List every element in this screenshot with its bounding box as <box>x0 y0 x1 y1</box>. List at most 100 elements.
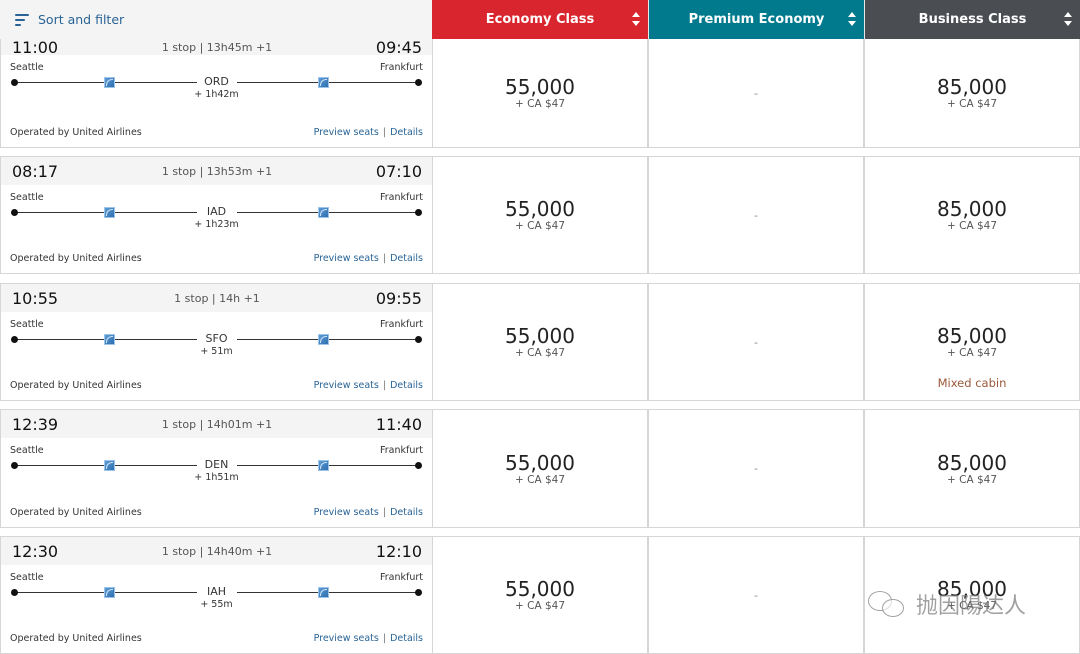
details-link[interactable]: Details <box>390 127 423 138</box>
fare-business[interactable]: 85,000 + CA $47 <box>864 156 1080 274</box>
origin-dot <box>11 462 18 469</box>
fare-miles: 85,000 <box>937 197 1007 221</box>
operated-by: Operated by United Airlines <box>10 127 142 138</box>
column-header-label: Premium Economy <box>688 12 825 27</box>
details-link[interactable]: Details <box>390 633 423 644</box>
flight-times: 08:17 1 stop | 13h53m +1 07:10 <box>1 157 432 185</box>
layover-duration: + 51m <box>200 346 233 357</box>
united-logo-icon <box>318 587 329 598</box>
flight-summary: 1 stop | 13h45m +1 <box>161 40 273 54</box>
route-diagram: ORD <box>11 75 422 89</box>
origin-dot <box>11 79 18 86</box>
preview-seats-link[interactable]: Preview seats <box>314 127 379 138</box>
fare-premium-economy: - <box>648 536 864 654</box>
destination-city: Frankfurt <box>379 445 423 456</box>
operated-by: Operated by United Airlines <box>10 507 142 518</box>
flight-row: 08:17 1 stop | 13h53m +1 07:10 Seattle F… <box>0 156 1080 274</box>
route-cities: Seattle Frankfurt <box>1 312 432 330</box>
destination-dot <box>415 462 422 469</box>
details-link[interactable]: Details <box>390 380 423 391</box>
flight-row: 11:00 1 stop | 13h45m +1 09:45 Seattle F… <box>0 38 1080 148</box>
destination-dot <box>415 79 422 86</box>
flight-footer: Operated by United Airlines Preview seat… <box>1 633 432 644</box>
arrival-time: 09:55 <box>375 288 422 308</box>
route-diagram: IAD <box>11 205 422 219</box>
fare-economy[interactable]: 55,000 + CA $47 <box>432 39 648 148</box>
fare-unavailable: - <box>754 86 758 100</box>
fare-economy[interactable]: 55,000 + CA $47 <box>432 283 648 401</box>
link-separator: | <box>382 253 387 264</box>
filter-lines-icon <box>15 13 29 26</box>
flight-links: Preview seats | Details <box>314 633 423 644</box>
sort-and-filter-button[interactable]: Sort and filter <box>0 0 432 39</box>
sort-arrows-icon[interactable] <box>632 12 640 26</box>
sort-and-filter-label: Sort and filter <box>38 12 125 27</box>
flight-links: Preview seats | Details <box>314 127 423 138</box>
preview-seats-link[interactable]: Preview seats <box>314 633 379 644</box>
link-separator: | <box>382 127 387 138</box>
flight-footer: Operated by United Airlines Preview seat… <box>1 127 432 138</box>
origin-dot <box>11 589 18 596</box>
united-logo-icon <box>104 587 115 598</box>
destination-city: Frankfurt <box>379 62 423 73</box>
details-link[interactable]: Details <box>390 507 423 518</box>
preview-seats-link[interactable]: Preview seats <box>314 507 379 518</box>
flight-summary: 1 stop | 14h01m +1 <box>161 417 273 431</box>
route-diagram: SFO <box>11 332 422 346</box>
flight-row: 12:39 1 stop | 14h01m +1 11:40 Seattle F… <box>0 409 1080 528</box>
departure-time: 12:39 <box>12 414 59 434</box>
fare-tax: + CA $47 <box>946 347 998 359</box>
fare-economy[interactable]: 55,000 + CA $47 <box>432 156 648 274</box>
flight-links: Preview seats | Details <box>314 253 423 264</box>
united-logo-icon <box>318 460 329 471</box>
details-link[interactable]: Details <box>390 253 423 264</box>
results-header: Sort and filter Economy Class Premium Ec… <box>0 0 1080 39</box>
mixed-cabin-note: Mixed cabin <box>937 376 1007 390</box>
fare-miles: 55,000 <box>505 197 575 221</box>
flight-summary: 1 stop | 14h40m +1 <box>161 544 273 558</box>
flight-times: 11:00 1 stop | 13h45m +1 09:45 <box>1 38 432 57</box>
preview-seats-link[interactable]: Preview seats <box>314 253 379 264</box>
destination-city: Frankfurt <box>379 192 423 203</box>
departure-time: 10:55 <box>12 288 59 308</box>
flight-footer: Operated by United Airlines Preview seat… <box>1 380 432 391</box>
fare-economy[interactable]: 55,000 + CA $47 <box>432 409 648 528</box>
column-header-business[interactable]: Business Class <box>864 0 1080 39</box>
fare-tax: + CA $47 <box>514 600 566 612</box>
origin-city: Seattle <box>10 192 44 203</box>
column-header-premium-economy[interactable]: Premium Economy <box>648 0 864 39</box>
origin-city: Seattle <box>10 445 44 456</box>
column-header-label: Business Class <box>918 12 1027 27</box>
fare-miles: 85,000 <box>937 75 1007 99</box>
destination-dot <box>415 589 422 596</box>
fare-tax: + CA $47 <box>946 98 998 110</box>
column-header-economy[interactable]: Economy Class <box>432 0 648 39</box>
flight-links: Preview seats | Details <box>314 507 423 518</box>
fare-business[interactable]: 85,000 + CA $47 <box>864 39 1080 148</box>
fare-premium-economy: - <box>648 39 864 148</box>
preview-seats-link[interactable]: Preview seats <box>314 380 379 391</box>
fare-unavailable: - <box>754 335 758 349</box>
fare-business[interactable]: 85,000 + CA $47 <box>864 409 1080 528</box>
united-logo-icon <box>104 207 115 218</box>
flight-summary: 1 stop | 14h +1 <box>174 291 260 305</box>
fare-business[interactable]: 85,000 + CA $47 Mixed cabin <box>864 283 1080 401</box>
route-cities: Seattle Frankfurt <box>1 55 432 73</box>
sort-arrows-icon[interactable] <box>848 12 856 26</box>
layover-duration: + 1h51m <box>194 472 239 483</box>
sort-arrows-icon[interactable] <box>1064 12 1072 26</box>
fare-miles: 55,000 <box>505 577 575 601</box>
wechat-icon <box>868 589 908 619</box>
fare-premium-economy: - <box>648 156 864 274</box>
fare-premium-economy: - <box>648 409 864 528</box>
flight-row: 10:55 1 stop | 14h +1 09:55 Seattle Fran… <box>0 283 1080 401</box>
origin-city: Seattle <box>10 319 44 330</box>
flight-times: 12:39 1 stop | 14h01m +1 11:40 <box>1 410 432 438</box>
flight-info: 12:39 1 stop | 14h01m +1 11:40 Seattle F… <box>0 409 432 528</box>
united-logo-icon <box>318 77 329 88</box>
origin-city: Seattle <box>10 62 44 73</box>
fare-tax: + CA $47 <box>946 220 998 232</box>
fare-economy[interactable]: 55,000 + CA $47 <box>432 536 648 654</box>
connection-airport: SFO <box>196 332 237 346</box>
fare-premium-economy: - <box>648 283 864 401</box>
